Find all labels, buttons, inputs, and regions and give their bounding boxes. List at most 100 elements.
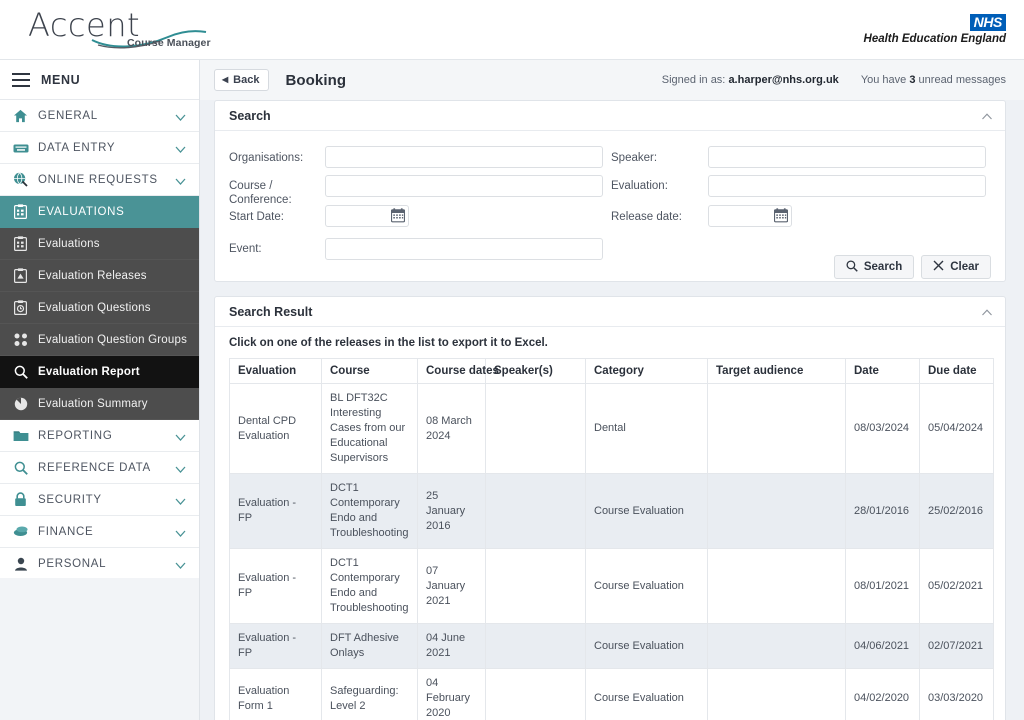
messages-suffix: unread messages bbox=[918, 74, 1006, 86]
cell-evaluation: Evaluation - FP bbox=[229, 473, 322, 549]
sidebar-item-label: REPORTING bbox=[38, 429, 113, 442]
clear-button[interactable]: Clear bbox=[921, 255, 991, 279]
sidebar-item-security[interactable]: SECURITY bbox=[0, 484, 199, 516]
sidebar-item-label: PERSONAL bbox=[38, 557, 107, 570]
sidebar-item-evaluation-releases[interactable]: Evaluation Releases bbox=[0, 260, 199, 292]
sidebar-item-evaluations[interactable]: Evaluations bbox=[0, 228, 199, 260]
user-icon bbox=[12, 556, 29, 572]
cell-category: Course Evaluation bbox=[585, 548, 708, 624]
table-row[interactable]: Dental CPD Evaluation BL DFT32C Interesti… bbox=[229, 383, 994, 474]
calendar-icon[interactable] bbox=[773, 208, 789, 223]
content-topbar: ◀ Back Booking Signed in as: a.harper@nh… bbox=[200, 60, 1024, 100]
chevron-down-icon[interactable] bbox=[175, 111, 186, 121]
course-conference-input[interactable] bbox=[325, 175, 603, 197]
column-header-target-audience[interactable]: Target audience bbox=[707, 358, 846, 384]
chevron-down-icon[interactable] bbox=[175, 527, 186, 537]
release-date-field[interactable] bbox=[708, 205, 792, 227]
cell-category: Course Evaluation bbox=[585, 623, 708, 669]
table-row[interactable]: Evaluation - FP DFT Adhesive Onlays 04 Jun… bbox=[229, 623, 994, 669]
pie-chart-icon bbox=[12, 396, 29, 412]
cell-category: Course Evaluation bbox=[585, 473, 708, 549]
back-button-label: Back bbox=[233, 74, 260, 86]
grid-dots-icon bbox=[12, 332, 29, 348]
speaker-input[interactable] bbox=[708, 146, 986, 168]
signed-in-prefix: Signed in as: bbox=[661, 74, 726, 86]
search-result-panel-header: Search Result bbox=[215, 297, 1005, 327]
coins-icon bbox=[12, 524, 29, 540]
event-input[interactable] bbox=[325, 238, 603, 260]
table-row[interactable]: Evaluation Form 1 Safeguarding: Level 2 04… bbox=[229, 668, 994, 720]
column-header-speakers[interactable]: Speaker(s) bbox=[485, 358, 586, 384]
column-header-date[interactable]: Date bbox=[845, 358, 920, 384]
sidebar-item-evaluations-group[interactable]: EVALUATIONS bbox=[0, 196, 199, 228]
chevron-up-icon[interactable] bbox=[981, 110, 993, 122]
sidebar-item-evaluation-report[interactable]: Evaluation Report bbox=[0, 356, 199, 388]
page-title: Booking bbox=[285, 71, 347, 89]
cell-speakers bbox=[485, 623, 586, 669]
magnifier-icon bbox=[12, 364, 29, 380]
signed-in-status: Signed in as: a.harper@nhs.org.uk bbox=[662, 74, 839, 86]
search-button[interactable]: Search bbox=[833, 255, 915, 279]
table-header-row: Evaluation Course Course dates Speaker(s… bbox=[229, 358, 994, 384]
sidebar-item-general[interactable]: GENERAL bbox=[0, 100, 199, 132]
evaluation-label: Evaluation: bbox=[611, 180, 668, 192]
cell-due-date: 03/03/2020 bbox=[919, 668, 994, 720]
cell-course-dates: 04 February 2020 bbox=[417, 668, 486, 720]
evaluation-input[interactable] bbox=[708, 175, 986, 197]
start-date-label: Start Date: bbox=[229, 211, 284, 223]
calendar-icon[interactable] bbox=[390, 208, 406, 223]
search-result-body: Click on one of the releases in the list… bbox=[215, 327, 1005, 720]
sidebar-item-reporting[interactable]: REPORTING bbox=[0, 420, 199, 452]
search-panel-title: Search bbox=[229, 108, 271, 123]
sidebar-item-finance[interactable]: FINANCE bbox=[0, 516, 199, 548]
chevron-down-icon[interactable] bbox=[175, 495, 186, 505]
chevron-down-icon[interactable] bbox=[175, 175, 186, 185]
table-row[interactable]: Evaluation - FP DCT1 Contemporary Endo an… bbox=[229, 548, 994, 624]
chevron-down-icon[interactable] bbox=[175, 559, 186, 569]
column-header-evaluation[interactable]: Evaluation bbox=[229, 358, 322, 384]
close-icon bbox=[933, 260, 944, 274]
sidebar-item-evaluation-question-groups[interactable]: Evaluation Question Groups bbox=[0, 324, 199, 356]
sidebar-item-evaluation-questions[interactable]: Evaluation Questions bbox=[0, 292, 199, 324]
organisations-input[interactable] bbox=[325, 146, 603, 168]
cell-target-audience bbox=[707, 548, 846, 624]
table-row[interactable]: Evaluation - FP DCT1 Contemporary Endo an… bbox=[229, 473, 994, 549]
cell-due-date: 05/02/2021 bbox=[919, 548, 994, 624]
sidebar-item-online-requests[interactable]: ONLINE REQUESTS bbox=[0, 164, 199, 196]
start-date-field[interactable] bbox=[325, 205, 409, 227]
chevron-up-icon[interactable] bbox=[981, 306, 993, 318]
cell-course: DCT1 Contemporary Endo and Troubleshooti… bbox=[321, 548, 418, 624]
column-header-category[interactable]: Category bbox=[585, 358, 708, 384]
speaker-label: Speaker: bbox=[611, 152, 658, 164]
sidebar-item-label: Evaluation Releases bbox=[38, 269, 147, 282]
sidebar-item-reference-data[interactable]: REFERENCE DATA bbox=[0, 452, 199, 484]
chevron-down-icon[interactable] bbox=[175, 463, 186, 473]
search-form: Organisations: Course / Conference: Star… bbox=[215, 131, 1005, 281]
cell-speakers bbox=[485, 473, 586, 549]
column-header-course[interactable]: Course bbox=[321, 358, 418, 384]
sidebar-item-label: FINANCE bbox=[38, 525, 94, 538]
sidebar-item-label: Evaluation Questions bbox=[38, 301, 151, 314]
cell-category: Dental bbox=[585, 383, 708, 474]
home-icon bbox=[12, 108, 29, 124]
clipboard-icon bbox=[12, 236, 29, 252]
cell-target-audience bbox=[707, 668, 846, 720]
cell-target-audience bbox=[707, 383, 846, 474]
chevron-down-icon[interactable] bbox=[175, 431, 186, 441]
cell-date: 08/01/2021 bbox=[845, 548, 920, 624]
chevron-down-icon[interactable] bbox=[175, 143, 186, 153]
cell-course: BL DFT32C Interesting Cases from our Edu… bbox=[321, 383, 418, 474]
signed-in-user[interactable]: a.harper@nhs.org.uk bbox=[728, 74, 838, 86]
topbar-right: Signed in as: a.harper@nhs.org.uk You ha… bbox=[662, 74, 1006, 86]
unread-messages-status[interactable]: You have 3 unread messages bbox=[861, 74, 1006, 86]
column-header-due-date[interactable]: Due date bbox=[919, 358, 994, 384]
cell-evaluation: Evaluation Form 1 bbox=[229, 668, 322, 720]
menu-toggle[interactable]: MENU bbox=[0, 60, 199, 100]
column-header-course-dates[interactable]: Course dates bbox=[417, 358, 499, 384]
back-button[interactable]: ◀ Back bbox=[214, 69, 270, 91]
sidebar-item-data-entry[interactable]: DATA ENTRY bbox=[0, 132, 199, 164]
search-result-panel: Search Result Click on one of the releas… bbox=[214, 296, 1006, 720]
magnifier-icon bbox=[12, 460, 29, 476]
sidebar-item-evaluation-summary[interactable]: Evaluation Summary bbox=[0, 388, 199, 420]
sidebar-item-personal[interactable]: PERSONAL bbox=[0, 548, 199, 580]
